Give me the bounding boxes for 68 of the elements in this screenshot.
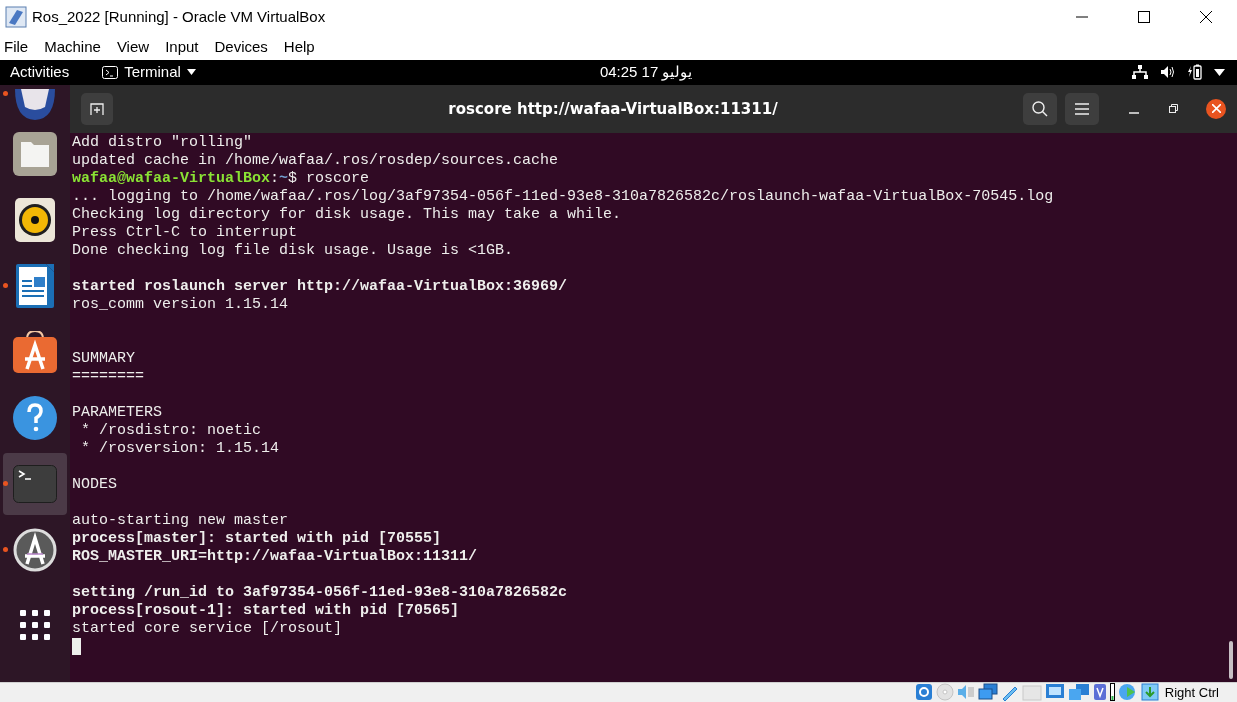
help-icon	[13, 395, 57, 440]
terminal-line: Done checking log file disk usage. Usage is <1GB.	[72, 241, 514, 259]
close-icon[interactable]	[1200, 11, 1212, 24]
prompt-path: ~	[279, 169, 289, 187]
terminal-icon	[102, 65, 119, 79]
terminal-line: process[master]: started with pid [70555]	[72, 529, 442, 547]
screens-icon[interactable]	[1067, 683, 1090, 702]
app-menu[interactable]: Terminal	[124, 61, 181, 84]
volume-icon[interactable]	[1160, 65, 1176, 80]
terminal-line: ros_comm version 1.15.14	[72, 295, 289, 313]
close-icon	[1211, 104, 1221, 114]
search-button[interactable]	[1023, 92, 1057, 125]
terminal-line: setting /run_id to 3af97354-056f-11ed-93e8-310a7826582c	[72, 583, 568, 601]
app-logo-icon	[5, 6, 27, 29]
prompt-user: wafaa@wafaa-VirtualBox	[72, 169, 271, 187]
terminal-line: SUMMARY	[72, 349, 135, 367]
menu-item[interactable]: Devices	[214, 35, 268, 59]
activities-button[interactable]: Activities	[10, 61, 70, 84]
terminal-line: Add distro "rolling"	[72, 133, 253, 151]
prompt-separator: :	[270, 169, 280, 187]
menu-item[interactable]: Input	[165, 35, 199, 59]
vt-x-icon[interactable]	[1092, 683, 1107, 702]
menu-item[interactable]: View	[116, 35, 150, 59]
battery-icon[interactable]	[1188, 64, 1202, 81]
terminal-line: NODES	[72, 475, 117, 493]
update-icon	[13, 527, 57, 572]
terminal-line: started roslaunch server http://wafaa-VirtualBox:36969/	[72, 277, 568, 295]
menu-icon	[1075, 102, 1089, 115]
new-tab-button[interactable]	[81, 92, 113, 125]
speaker-icon	[15, 197, 55, 242]
terminal-line: * /rosversion: 1.15.14	[80, 439, 280, 457]
app-grid-icon	[20, 609, 50, 640]
terminal-line: started core service [/rosout]	[72, 619, 343, 637]
maximize-icon[interactable]	[1138, 11, 1150, 24]
host-key-label: Right Ctrl	[1164, 683, 1219, 702]
terminal-line: ... logging to /home/wafaa/.ros/log/3af97354-056f-11ed-93e8-310a7826582c/roslaunch-wafaa-VirtualBox-70545.log	[72, 187, 1054, 205]
activity-meter-icon	[1109, 683, 1115, 702]
prompt-command: $ roscore	[288, 169, 370, 187]
download-icon[interactable]	[1140, 683, 1159, 702]
terminal-line: auto-starting new master	[72, 511, 289, 529]
terminal-line: PARAMETERS	[72, 403, 162, 421]
document-icon	[16, 263, 54, 308]
caret-icon	[186, 69, 196, 76]
clock[interactable]: 04:25 17 يوليو	[599, 61, 693, 84]
terminal-line: updated cache in /home/wafaa/.ros/rosdep/sources.cache	[72, 151, 559, 169]
menu-button[interactable]	[1065, 92, 1099, 125]
caret-icon[interactable]	[1214, 68, 1225, 76]
shopping-bag-icon	[13, 330, 57, 373]
new-tab-icon	[90, 101, 104, 116]
terminal-icon	[13, 464, 57, 503]
terminal-line: process[rosout-1]: started with pid [70565]	[72, 601, 460, 619]
network-icon[interactable]	[1132, 65, 1148, 80]
terminal-title: roscore http://wafaa-VirtualBox:11311/	[447, 98, 779, 120]
text-cursor	[72, 637, 81, 655]
scrollbar-thumb[interactable]	[1229, 640, 1233, 679]
menu-item[interactable]: Machine	[44, 35, 101, 59]
restore-icon[interactable]	[1169, 104, 1178, 114]
terminal-line: ROS_MASTER_URI=http://wafaa-VirtualBox:11311/	[72, 547, 478, 565]
folder-icon	[13, 131, 57, 176]
terminal-line: * /rosdistro: noetic	[80, 421, 262, 439]
search-icon	[1032, 100, 1048, 117]
window-title: Ros_2022 [Running] - Oracle VM VirtualBox	[32, 6, 326, 27]
terminal-line: Press Ctrl-C to interrupt	[72, 223, 298, 241]
menu-item[interactable]: File	[4, 35, 29, 59]
terminal-line: Checking log directory for disk usage. This may take a while.	[72, 205, 622, 223]
terminal-line: ========	[72, 367, 144, 385]
menu-item[interactable]: Help	[283, 35, 315, 59]
close-button[interactable]	[1206, 98, 1226, 119]
